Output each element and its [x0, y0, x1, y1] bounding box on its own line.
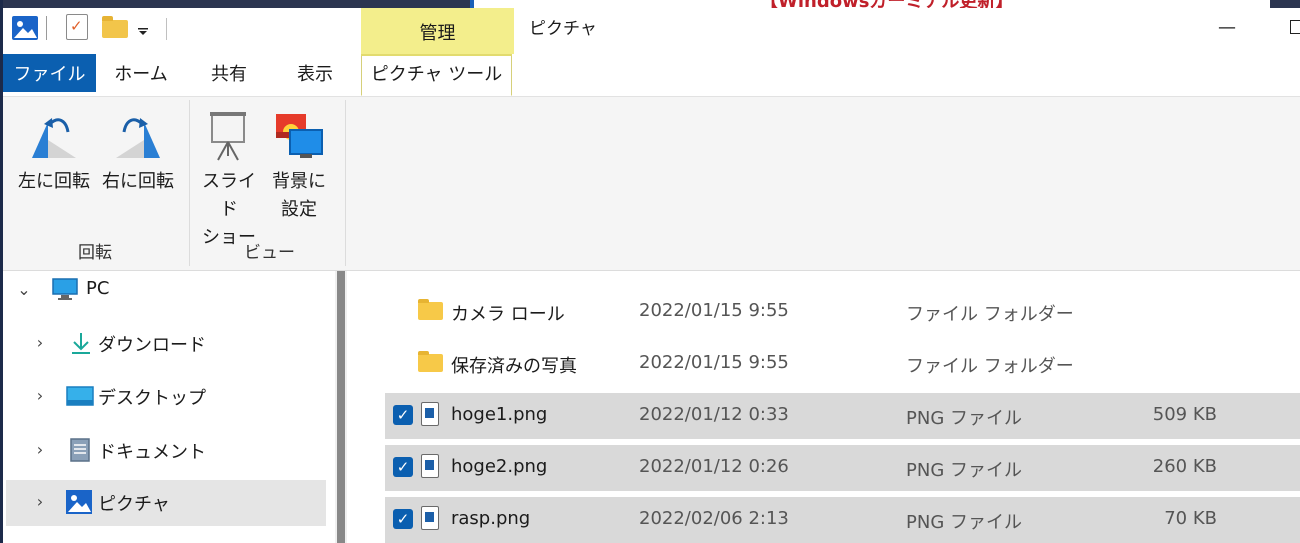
tab-home[interactable]: ホーム	[106, 54, 176, 94]
minimize-button[interactable]: —	[1204, 8, 1250, 54]
file-date: 2022/01/12 0:26	[639, 456, 789, 477]
nav-item-label: PC	[86, 278, 110, 299]
file-date: 2022/01/15 9:55	[639, 352, 789, 373]
file-size: 509 KB	[1152, 404, 1217, 425]
ribbon-group-separator	[189, 100, 190, 266]
folder-icon	[418, 299, 443, 320]
context-tab-header: 管理	[361, 8, 514, 56]
tab-file[interactable]: ファイル	[3, 54, 96, 92]
folder-icon	[418, 351, 443, 372]
file-name: カメラ ロール	[451, 304, 565, 325]
chevron-down-icon[interactable]: ⌄	[16, 280, 32, 299]
rotate-left-button[interactable]: 左に回転	[14, 106, 94, 226]
nav-item-documents[interactable]: › ドキュメント	[6, 428, 326, 474]
rotate-right-label: 右に回転	[102, 171, 174, 192]
slideshow-label-line1: スライド	[202, 171, 256, 220]
pictures-icon	[66, 490, 92, 514]
file-row[interactable]: 保存済みの写真 2022/01/15 9:55 ファイル フォルダー	[385, 341, 1300, 387]
background-banner: 【Windowsガーミナル更新】	[470, 0, 1270, 8]
ribbon-group-rotate-label: 回転	[78, 243, 112, 263]
chevron-right-icon[interactable]: ›	[32, 386, 48, 405]
nav-item-label: ピクチャ	[98, 494, 170, 515]
nav-item-desktop[interactable]: › デスクトップ	[6, 374, 326, 420]
set-background-label-line2: 設定	[281, 199, 317, 220]
download-arrow-icon	[72, 333, 90, 354]
image-file-icon	[421, 402, 439, 426]
nav-item-label: ドキュメント	[98, 442, 206, 463]
nav-item-pc[interactable]: ⌄ PC	[6, 268, 326, 314]
file-row[interactable]: ✓ rasp.png 2022/02/06 2:13 PNG ファイル 70 K…	[385, 497, 1300, 543]
file-type: ファイル フォルダー	[906, 304, 1074, 325]
tab-picture-tools[interactable]: ピクチャ ツール	[361, 54, 512, 96]
new-folder-icon[interactable]	[102, 16, 128, 38]
customize-quick-access-dropdown-icon[interactable]	[136, 20, 150, 40]
set-background-label-line1: 背景に	[272, 171, 326, 192]
document-icon	[70, 438, 90, 462]
file-type: PNG ファイル	[906, 512, 1022, 533]
set-as-background-button[interactable]: 背景に 設定	[266, 106, 332, 226]
rotate-left-icon	[32, 118, 76, 158]
file-row[interactable]: ✓ hoge2.png 2022/01/12 0:26 PNG ファイル 260…	[385, 445, 1300, 491]
monitor-icon	[52, 278, 78, 300]
navigation-scrollbar-thumb[interactable]	[337, 271, 345, 543]
file-date: 2022/02/06 2:13	[639, 508, 789, 529]
chevron-right-icon[interactable]: ›	[32, 492, 48, 511]
file-name: 保存済みの写真	[451, 356, 577, 377]
desktop-icon	[66, 386, 94, 406]
set-background-icon	[276, 114, 323, 158]
file-size: 70 KB	[1164, 508, 1217, 529]
projector-screen-icon	[210, 112, 246, 161]
row-checkbox[interactable]: ✓	[393, 509, 413, 529]
file-row[interactable]: ✓ hoge1.png 2022/01/12 0:33 PNG ファイル 509…	[385, 393, 1300, 439]
chevron-right-icon[interactable]: ›	[32, 333, 48, 352]
nav-item-downloads[interactable]: › ダウンロード	[6, 321, 326, 367]
rotate-left-label: 左に回転	[18, 171, 90, 192]
nav-item-pictures[interactable]: › ピクチャ	[6, 480, 326, 526]
window-title: ピクチャ	[529, 19, 597, 39]
title-bar	[3, 8, 1300, 54]
row-checkbox[interactable]: ✓	[393, 405, 413, 425]
pictures-app-icon[interactable]	[12, 16, 38, 40]
file-name: rasp.png	[451, 508, 531, 529]
quick-access-separator	[166, 18, 167, 40]
ribbon-group-separator	[345, 100, 346, 266]
file-type: PNG ファイル	[906, 460, 1022, 481]
rotate-right-button[interactable]: 右に回転	[98, 106, 178, 226]
file-type: ファイル フォルダー	[906, 356, 1074, 377]
image-file-icon	[421, 454, 439, 478]
file-name: hoge1.png	[451, 404, 548, 425]
rotate-right-icon	[116, 118, 160, 158]
file-row[interactable]: カメラ ロール 2022/01/15 9:55 ファイル フォルダー	[385, 289, 1300, 335]
image-file-icon	[421, 506, 439, 530]
file-date: 2022/01/15 9:55	[639, 300, 789, 321]
background-banner-text: 【Windowsガーミナル更新】	[760, 0, 1013, 8]
nav-item-label: デスクトップ	[98, 388, 206, 409]
quick-access-separator	[46, 16, 47, 40]
tab-share[interactable]: 共有	[196, 54, 262, 94]
file-name: hoge2.png	[451, 456, 548, 477]
file-size: 260 KB	[1152, 456, 1217, 477]
chevron-right-icon[interactable]: ›	[32, 440, 48, 459]
tab-view[interactable]: 表示	[282, 54, 348, 94]
file-type: PNG ファイル	[906, 408, 1022, 429]
file-date: 2022/01/12 0:33	[639, 404, 789, 425]
row-checkbox[interactable]: ✓	[393, 457, 413, 477]
slideshow-button[interactable]: スライド ショー	[196, 106, 262, 248]
maximize-button[interactable]	[1290, 20, 1300, 34]
properties-icon[interactable]: ✓	[66, 14, 88, 40]
ribbon-group-view-label: ビュー	[244, 243, 295, 263]
nav-item-label: ダウンロード	[98, 335, 206, 356]
